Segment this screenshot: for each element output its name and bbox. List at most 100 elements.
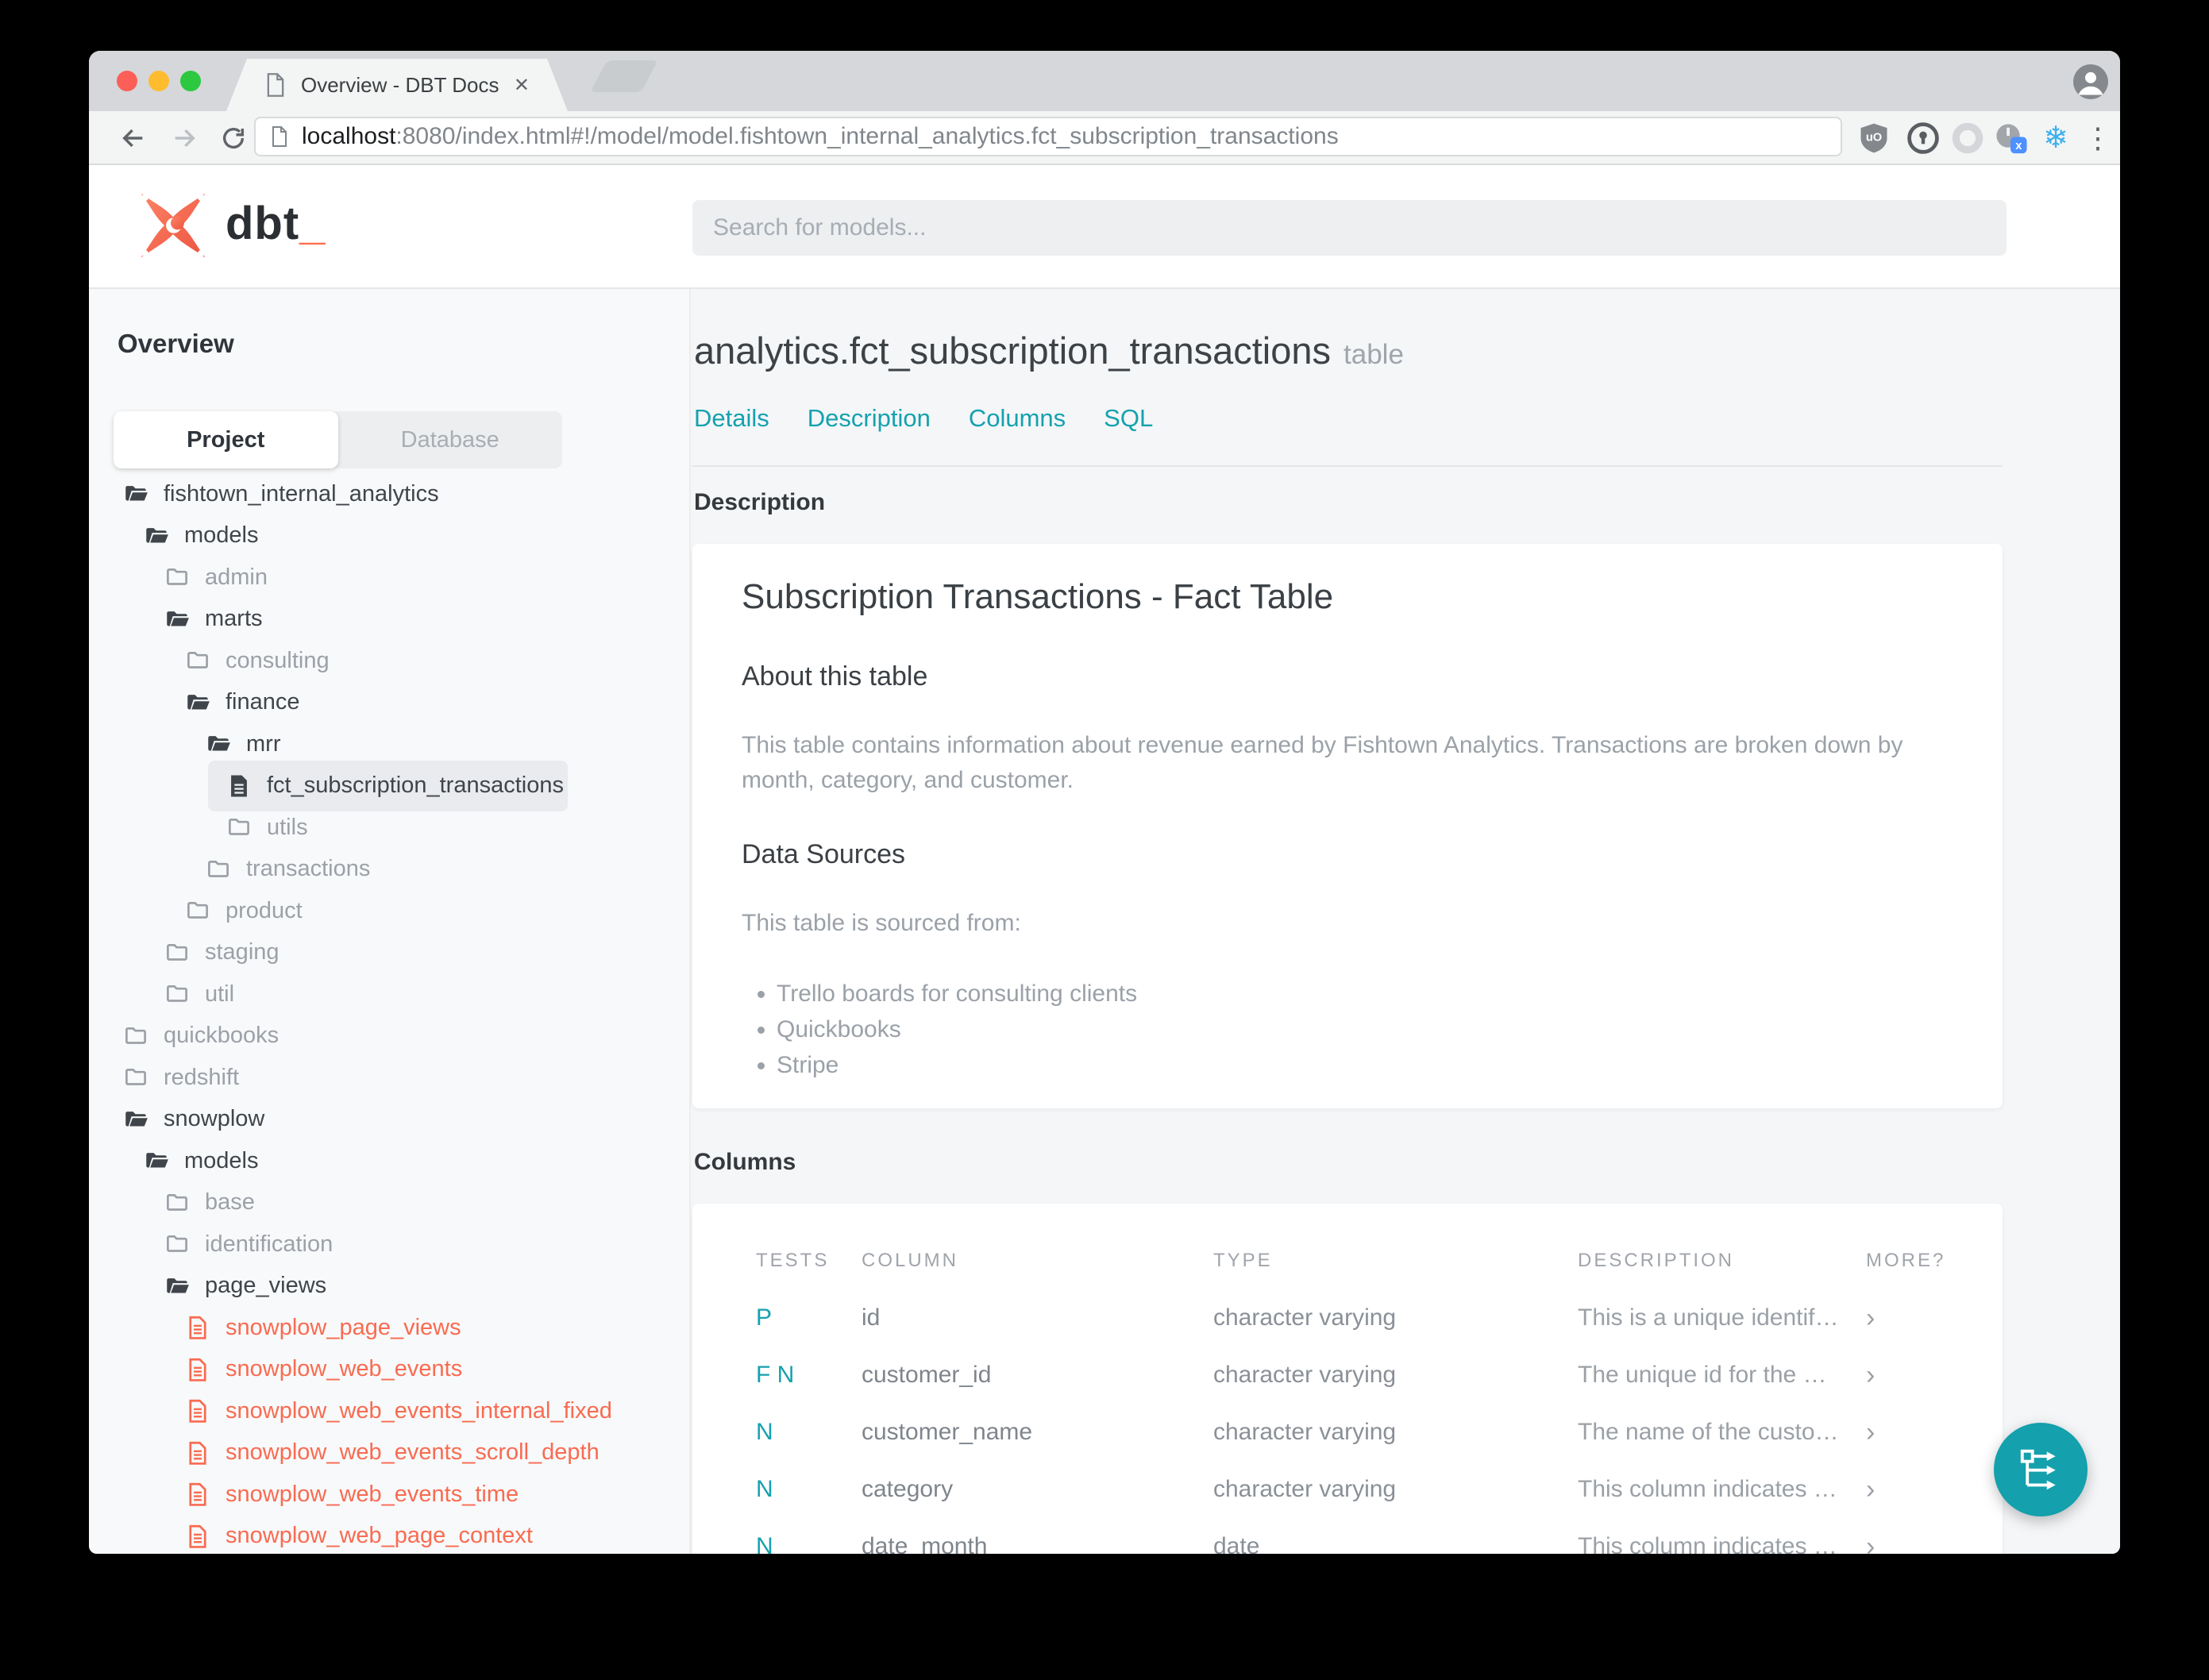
chevron-right-icon[interactable]: › (1866, 1360, 1971, 1391)
ublock-shield-icon[interactable]: uO (1856, 121, 1891, 156)
onepassword-icon[interactable] (1906, 121, 1941, 156)
tree-item-base[interactable]: base (89, 1182, 689, 1224)
tree-item-label: snowplow_web_events_internal_fixed (226, 1397, 612, 1424)
column-row-category[interactable]: Ncategory character varying This column in… (692, 1461, 2003, 1518)
nav-link-columns[interactable]: Columns (969, 404, 1066, 433)
tree-item-label: util (205, 981, 235, 1007)
tab-project[interactable]: Project (114, 411, 338, 468)
tree-item-admin[interactable]: admin (89, 557, 689, 599)
back-button[interactable] (120, 125, 147, 152)
card-title: Subscription Transactions - Fact Table (742, 577, 1334, 616)
tree-item-label: quickbooks (164, 1023, 279, 1049)
address-bar[interactable]: localhost:8080/index.html#!/model/model.… (254, 117, 1842, 156)
folder-closed-icon (164, 564, 191, 591)
tree-item-page_views[interactable]: page_views (89, 1266, 689, 1308)
tree-item-snowplow_web_events_scroll_depth[interactable]: snowplow_web_events_scroll_depth (89, 1432, 689, 1474)
tree-item-mrr[interactable]: mrr (89, 723, 689, 765)
browser-profile-avatar[interactable] (2073, 64, 2108, 99)
column-description: The unique id for the … (1578, 1362, 1827, 1388)
tree-item-label: page_views (205, 1273, 327, 1299)
folder-closed-icon (184, 647, 211, 674)
folder-closed-icon (164, 1189, 191, 1216)
folder-open-icon (205, 730, 232, 757)
person-icon (2078, 71, 2103, 95)
tree-item-label: staging (205, 939, 279, 965)
tree-item-quickbooks[interactable]: quickbooks (89, 1015, 689, 1058)
page-title: analytics.fct_subscription_transactions t… (694, 329, 1404, 372)
tree-item-staging[interactable]: staging (89, 932, 689, 974)
column-tests: N (756, 1419, 773, 1445)
zoom-window-button[interactable] (180, 71, 201, 91)
column-header-description: DESCRIPTION (1578, 1250, 1735, 1271)
sidebar: Overview Project Database fishtown_inter… (89, 289, 691, 1554)
tree-item-product[interactable]: product (89, 890, 689, 932)
tree-item-label: transactions (246, 856, 371, 882)
extension-disc-icon[interactable] (1950, 121, 1985, 156)
chevron-right-icon[interactable]: › (1866, 1474, 1971, 1505)
close-window-button[interactable] (117, 71, 137, 91)
new-tab-button[interactable] (590, 60, 658, 92)
brand-wordmark: dbt_ (226, 198, 326, 249)
file-outline-icon (184, 1523, 211, 1550)
tree-item-fishtown_internal_analytics[interactable]: fishtown_internal_analytics (89, 473, 689, 515)
power-x-icon[interactable]: x (1993, 121, 2028, 156)
tree-item-transactions[interactable]: transactions (89, 849, 689, 891)
folder-closed-icon (164, 1231, 191, 1258)
column-type: character varying (1213, 1362, 1397, 1388)
nav-link-details[interactable]: Details (694, 404, 769, 433)
chevron-right-icon[interactable]: › (1866, 1532, 1971, 1555)
tree-item-utils[interactable]: utils (89, 807, 689, 849)
reload-button[interactable] (220, 125, 247, 152)
column-tests: P (756, 1304, 773, 1331)
url-host: localhost (302, 123, 396, 149)
browser-tab[interactable]: Overview - DBT Docs ✕ (226, 59, 568, 111)
column-header-column: COLUMN (862, 1250, 959, 1271)
divider (692, 465, 2003, 467)
folder-open-icon (143, 522, 170, 549)
tree-item-snowplow_web_events_internal_fixed[interactable]: snowplow_web_events_internal_fixed (89, 1390, 689, 1432)
tree-item-snowplow_web_events[interactable]: snowplow_web_events (89, 1349, 689, 1391)
tree-item-snowplow_web_events_time[interactable]: snowplow_web_events_time (89, 1474, 689, 1516)
tree-item-marts[interactable]: marts (89, 599, 689, 641)
forward-button[interactable] (171, 125, 198, 152)
folder-closed-icon (205, 856, 232, 883)
tree-item-snowplow_web_page_context[interactable]: snowplow_web_page_context (89, 1516, 689, 1555)
file-filled-icon (226, 773, 253, 800)
about-heading: About this table (742, 661, 928, 692)
tab-close-icon[interactable]: ✕ (514, 74, 530, 97)
search-input[interactable] (692, 200, 2007, 256)
snowflake-icon[interactable]: ❄ (2038, 121, 2073, 156)
tree-item-label: base (205, 1189, 255, 1216)
column-row-id[interactable]: Pid character varying This is a unique ide… (692, 1289, 2003, 1347)
browser-menu-dots-icon[interactable]: ⋮ (2080, 121, 2115, 156)
tree-item-fct_subscription_transactions[interactable]: fct_subscription_transactions (89, 760, 689, 811)
minimize-window-button[interactable] (148, 71, 169, 91)
tree-item-redshift[interactable]: redshift (89, 1057, 689, 1099)
tree-item-finance[interactable]: finance (89, 682, 689, 724)
tree-item-identification[interactable]: identification (89, 1223, 689, 1266)
chevron-right-icon[interactable]: › (1866, 1303, 1971, 1334)
column-row-customer_id[interactable]: F N customer_id character varying The uniqu… (692, 1347, 2003, 1404)
tree-item-label: consulting (226, 647, 330, 673)
tree-item-snowplow_page_views[interactable]: snowplow_page_views (89, 1307, 689, 1349)
svg-text:x: x (2015, 140, 2022, 152)
column-row-customer_name[interactable]: Ncustomer_name character varying The name … (692, 1404, 2003, 1461)
tree-item-consulting[interactable]: consulting (89, 640, 689, 682)
tab-database[interactable]: Database (338, 411, 563, 468)
sidebar-tab-switcher: Project Database (114, 411, 562, 468)
tree-item-models[interactable]: models (89, 1140, 689, 1182)
column-description: This column indicates … (1578, 1476, 1837, 1502)
lineage-graph-fab[interactable] (1994, 1423, 2088, 1516)
tree-item-models[interactable]: models (89, 515, 689, 557)
column-tests: N (756, 1533, 773, 1554)
tree-item-label: product (226, 897, 303, 923)
nav-link-sql[interactable]: SQL (1104, 404, 1153, 433)
tree-item-util[interactable]: util (89, 973, 689, 1015)
nav-link-description[interactable]: Description (808, 404, 931, 433)
tree-item-label: fishtown_internal_analytics (164, 480, 439, 507)
chevron-right-icon[interactable]: › (1866, 1417, 1971, 1448)
app-header: dbt_ (89, 165, 2120, 289)
column-row-date_month[interactable]: Ndate_month date This column indicates … › (692, 1518, 2003, 1555)
column-name: customer_name (862, 1419, 1033, 1445)
tree-item-snowplow[interactable]: snowplow (89, 1099, 689, 1141)
